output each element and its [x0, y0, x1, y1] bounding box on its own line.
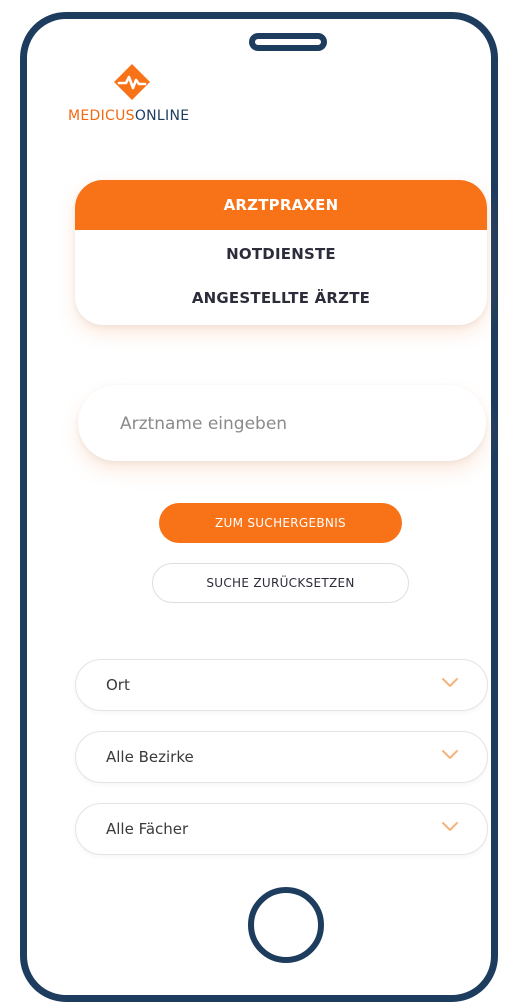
search-mode-selector: ARZTPRAXEN NOTDIENSTE ANGESTELLTE ÄRZTE — [75, 180, 487, 325]
chevron-down-icon — [442, 678, 458, 687]
location-select-label: Ort — [106, 676, 130, 694]
mode-option-notdienste[interactable]: NOTDIENSTE — [75, 232, 487, 276]
brand-name-medicus: MEDICUS — [68, 108, 135, 124]
district-select[interactable]: Alle Bezirke — [75, 731, 488, 783]
chevron-down-icon — [442, 750, 458, 759]
district-select-label: Alle Bezirke — [106, 748, 194, 766]
phone-home-button[interactable] — [248, 887, 324, 963]
show-results-button[interactable]: ZUM SUCHERGEBNIS — [159, 503, 402, 543]
mode-option-arztpraxen[interactable]: ARZTPRAXEN — [75, 180, 487, 230]
doctor-name-input[interactable] — [118, 403, 452, 445]
chevron-down-icon — [442, 822, 458, 831]
specialty-select-label: Alle Fächer — [106, 820, 189, 838]
doctor-search-field — [78, 385, 486, 461]
specialty-select[interactable]: Alle Fächer — [75, 803, 488, 855]
phone-speaker — [249, 33, 327, 51]
location-select[interactable]: Ort — [75, 659, 488, 711]
reset-search-button[interactable]: SUCHE ZURÜCKSETZEN — [152, 563, 409, 603]
brand-wordmark: MEDICUSONLINE — [68, 108, 189, 124]
medicus-logo-icon — [114, 64, 150, 100]
brand-name-online: ONLINE — [134, 108, 190, 124]
mode-option-angestellte-aerzte[interactable]: ANGESTELLTE ÄRZTE — [75, 276, 487, 320]
